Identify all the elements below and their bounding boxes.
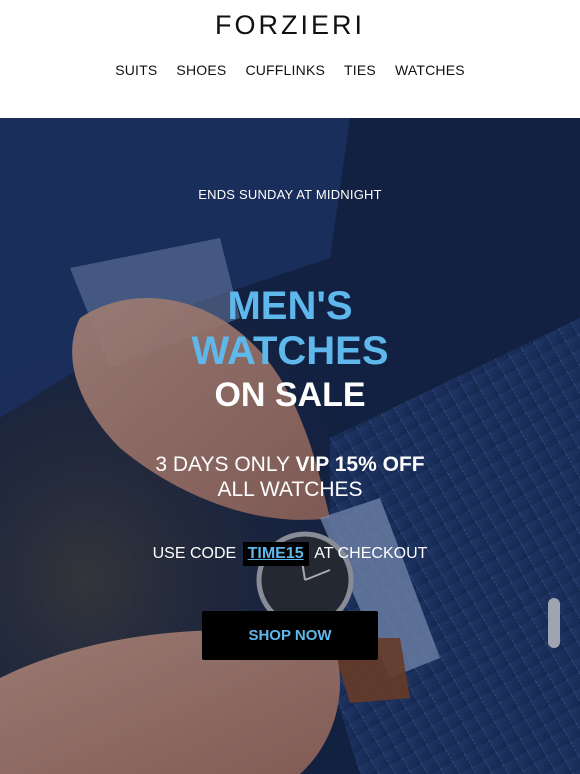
headline-line-on-sale: ON SALE: [214, 376, 366, 414]
headline-line-mens: MEN'S: [227, 284, 353, 328]
headline-line-watches: WATCHES: [191, 329, 389, 373]
nav-link-shoes[interactable]: SHOES: [176, 62, 226, 78]
code-suffix: AT CHECKOUT: [314, 545, 428, 562]
category-nav: SUITS SHOES CUFFLINKS TIES WATCHES: [0, 62, 580, 78]
sale-headline: MEN'S WATCHES ON SALE: [0, 284, 580, 416]
offer-text: 3 DAYS ONLY VIP 15% OFF ALL WATCHES: [0, 452, 580, 502]
promo-code-line: USE CODE TIME15 AT CHECKOUT: [0, 542, 580, 566]
promo-code[interactable]: TIME15: [242, 542, 309, 566]
forzieri-logo[interactable]: FORZIERI: [0, 10, 580, 41]
offer-prefix: 3 DAYS ONLY: [155, 453, 296, 476]
hero-banner[interactable]: ENDS SUNDAY AT MIDNIGHT MEN'S WATCHES ON…: [0, 118, 580, 774]
hero-background-image: [0, 118, 580, 774]
offer-discount: VIP 15% OFF: [295, 453, 425, 476]
sale-deadline-text: ENDS SUNDAY AT MIDNIGHT: [198, 187, 382, 202]
nav-link-suits[interactable]: SUITS: [115, 62, 157, 78]
nav-link-ties[interactable]: TIES: [344, 62, 376, 78]
nav-link-cufflinks[interactable]: CUFFLINKS: [245, 62, 325, 78]
nav-link-watches[interactable]: WATCHES: [395, 62, 465, 78]
code-prefix: USE CODE: [152, 545, 237, 562]
shop-now-button[interactable]: SHOP NOW: [202, 611, 378, 660]
email-header: FORZIERI SUITS SHOES CUFFLINKS TIES WATC…: [0, 0, 580, 118]
offer-scope: ALL WATCHES: [217, 478, 363, 501]
